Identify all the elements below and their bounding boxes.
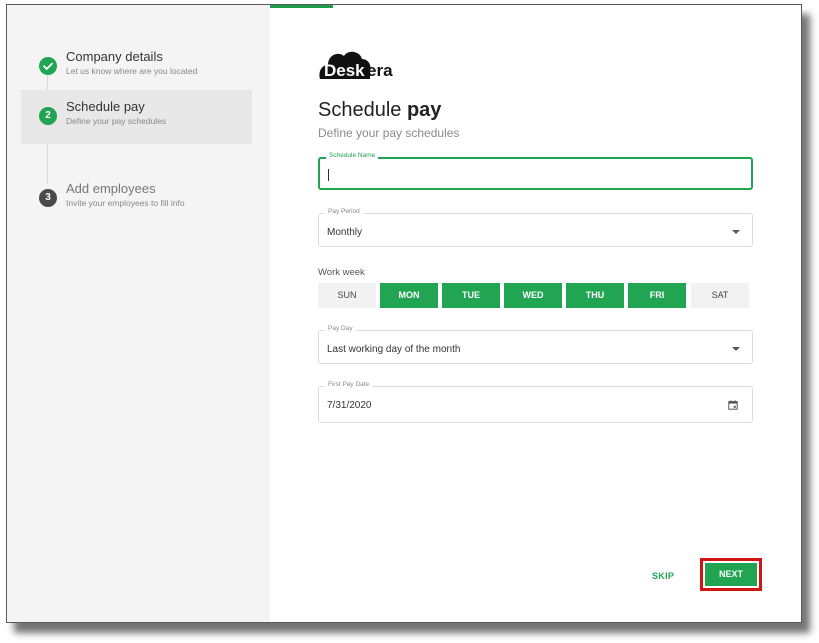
day-wed[interactable]: WED	[504, 283, 562, 308]
deskera-logo: Desk era	[318, 43, 418, 83]
calendar-icon[interactable]	[728, 400, 738, 410]
step-title: Schedule pay	[66, 99, 145, 114]
day-sun[interactable]: SUN	[318, 283, 376, 308]
step-number: 3	[39, 189, 57, 207]
field-label: Schedule Name	[326, 152, 379, 159]
text-cursor	[328, 169, 329, 181]
pay-period-value: Monthly	[327, 227, 363, 238]
page-title: Schedule pay	[318, 99, 442, 121]
field-label: Pay Day	[325, 325, 356, 332]
step-subtitle: Invite your employees to fill info	[66, 198, 185, 208]
step-title: Company details	[66, 49, 163, 64]
day-thu[interactable]: THU	[566, 283, 624, 308]
main-content: Desk era Schedule pay Define your pay sc…	[270, 5, 801, 622]
step-title: Add employees	[66, 181, 156, 196]
first-pay-date-value[interactable]: 7/31/2020	[327, 400, 372, 411]
pay-day-select[interactable]: Pay Day Last working day of the month	[318, 325, 753, 364]
app-window: Company details Let us know where are yo…	[6, 4, 802, 623]
pay-day-value: Last working day of the month	[327, 344, 461, 355]
field-label: First Pay Date	[325, 381, 373, 388]
day-fri[interactable]: FRI	[628, 283, 686, 308]
work-week-label: Work week	[318, 267, 365, 278]
day-sat[interactable]: SAT	[691, 283, 749, 308]
skip-button[interactable]: SKIP	[652, 571, 674, 581]
step-schedule-pay[interactable]: 2 Schedule pay Define your pay schedules	[21, 90, 252, 144]
step-number: 2	[39, 107, 57, 125]
page-subtitle: Define your pay schedules	[318, 126, 460, 140]
svg-text:Desk: Desk	[324, 61, 365, 80]
schedule-name-field[interactable]: Schedule Name	[318, 152, 753, 190]
step-subtitle: Define your pay schedules	[66, 116, 167, 126]
check-icon	[39, 57, 57, 75]
svg-text:era: era	[367, 61, 393, 80]
pay-period-select[interactable]: Pay Period Monthly	[318, 208, 753, 247]
next-button-highlight: NEXT	[700, 558, 762, 591]
field-label: Pay Period	[325, 208, 363, 215]
chevron-down-icon[interactable]	[732, 230, 740, 234]
sidebar: Company details Let us know where are yo…	[7, 5, 270, 622]
step-company-details[interactable]: Company details Let us know where are yo…	[21, 40, 252, 94]
next-button[interactable]: NEXT	[705, 563, 757, 586]
first-pay-date-field[interactable]: First Pay Date 7/31/2020	[318, 381, 753, 423]
chevron-down-icon[interactable]	[732, 347, 740, 351]
day-mon[interactable]: MON	[380, 283, 438, 308]
step-add-employees[interactable]: 3 Add employees Invite your employees to…	[21, 172, 252, 226]
day-tue[interactable]: TUE	[442, 283, 500, 308]
step-subtitle: Let us know where are you located	[66, 66, 198, 76]
